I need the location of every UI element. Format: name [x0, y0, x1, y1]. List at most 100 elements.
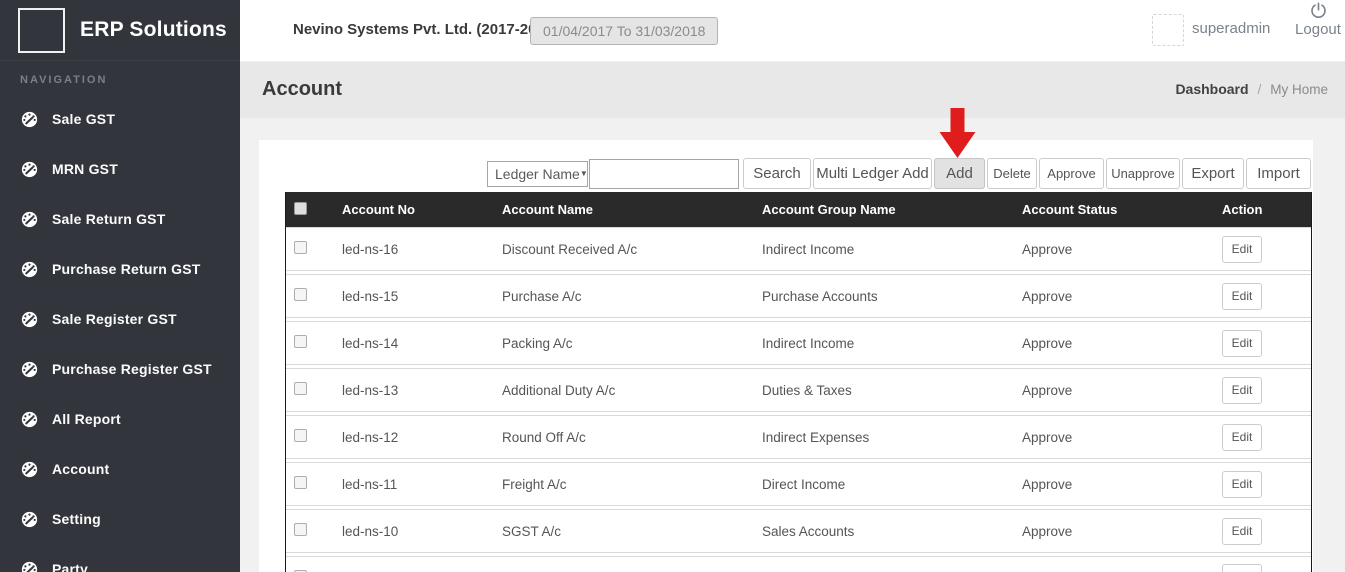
ledger-name-select[interactable]: Ledger Name ▼ [487, 161, 588, 187]
export-button[interactable]: Export [1182, 158, 1244, 189]
cell-account-name: Packing A/c [502, 336, 762, 351]
account-table: Account No Account Name Account Group Na… [285, 192, 1312, 572]
content-area: Ledger Name ▼ Search Multi Ledger Add Ad… [240, 118, 1345, 572]
col-header-account-no: Account No [342, 202, 502, 217]
table-row: led-ns-15 Purchase A/c Purchase Accounts… [286, 274, 1311, 318]
breadcrumb-my-home[interactable]: My Home [1270, 82, 1328, 97]
row-checkbox[interactable] [294, 241, 307, 254]
dashboard-icon [21, 161, 38, 178]
search-button[interactable]: Search [743, 158, 811, 189]
dashboard-icon [21, 361, 38, 378]
approve-button[interactable]: Approve [1039, 158, 1104, 189]
dashboard-icon [21, 111, 38, 128]
table-row: led-ns-10 SGST A/c Sales Accounts Approv… [286, 509, 1311, 553]
cell-group: Indirect Income [762, 242, 1022, 257]
edit-button[interactable]: Edit [1222, 518, 1262, 545]
table-row: led-ns-16 Discount Received A/c Indirect… [286, 227, 1311, 271]
title-band: Account Dashboard / My Home [240, 62, 1345, 118]
cell-status: Approve [1022, 430, 1222, 445]
sidebar-item[interactable]: Sale Return GST [0, 194, 240, 244]
cell-group: Sales Accounts [762, 524, 1022, 539]
row-checkbox[interactable] [294, 523, 307, 536]
sidebar-item[interactable]: All Report [0, 394, 240, 444]
table-row: led-ns-13 Additional Duty A/c Duties & T… [286, 368, 1311, 412]
sidebar-item[interactable]: Purchase Return GST [0, 244, 240, 294]
cell-group: Direct Income [762, 477, 1022, 492]
row-checkbox[interactable] [294, 288, 307, 301]
cell-account-no: led-ns-15 [342, 289, 502, 304]
row-checkbox[interactable] [294, 429, 307, 442]
unapprove-button[interactable]: Unapprove [1106, 158, 1180, 189]
date-range-button[interactable]: 01/04/2017 To 31/03/2018 [530, 17, 718, 45]
sidebar-item-label: Purchase Return GST [52, 261, 201, 277]
import-button[interactable]: Import [1246, 158, 1311, 189]
cell-account-no: led-ns-10 [342, 524, 502, 539]
sidebar-item-label: All Report [52, 411, 121, 427]
sidebar-item[interactable]: MRN GST [0, 144, 240, 194]
edit-button[interactable]: Edit [1222, 236, 1262, 263]
sidebar-item[interactable]: Sale Register GST [0, 294, 240, 344]
avatar[interactable] [1152, 14, 1184, 46]
sidebar-item[interactable]: Setting [0, 494, 240, 544]
delete-button[interactable]: Delete [987, 158, 1037, 189]
logout-button[interactable]: Logout [1289, 1, 1345, 38]
row-checkbox[interactable] [294, 476, 307, 489]
cell-account-name: Discount Received A/c [502, 242, 762, 257]
brand-name: ERP Solutions [80, 18, 227, 42]
breadcrumb: Dashboard / My Home [1175, 81, 1328, 97]
cell-account-name: Freight A/c [502, 477, 762, 492]
table-row-partial [286, 556, 1311, 572]
add-button[interactable]: Add [934, 158, 985, 189]
edit-button[interactable] [1222, 564, 1262, 572]
table-row: led-ns-14 Packing A/c Indirect Income Ap… [286, 321, 1311, 365]
power-icon [1309, 1, 1328, 20]
edit-button[interactable]: Edit [1222, 283, 1262, 310]
sidebar: ERP Solutions NAVIGATION Sale GST [0, 0, 240, 572]
cell-account-no: led-ns-14 [342, 336, 502, 351]
table-row: led-ns-12 Round Off A/c Indirect Expense… [286, 415, 1311, 459]
sidebar-item-label: Party [52, 561, 88, 572]
table-row: led-ns-11 Freight A/c Direct Income Appr… [286, 462, 1311, 506]
cell-status: Approve [1022, 289, 1222, 304]
col-header-account-name: Account Name [502, 202, 762, 217]
col-header-group: Account Group Name [762, 202, 1022, 217]
dashboard-icon [21, 311, 38, 328]
sidebar-item-label: Purchase Register GST [52, 361, 212, 377]
company-name: Nevino Systems Pvt. Ltd. (2017-2018) [293, 21, 558, 38]
brand-link[interactable]: ERP Solutions [0, 0, 240, 61]
username[interactable]: superadmin [1192, 20, 1270, 37]
edit-button[interactable]: Edit [1222, 471, 1262, 498]
cell-account-no: led-ns-12 [342, 430, 502, 445]
sidebar-item-label: Account [52, 461, 109, 477]
sidebar-item-label: Sale Return GST [52, 211, 165, 227]
cell-account-no: led-ns-16 [342, 242, 502, 257]
search-input[interactable] [589, 159, 739, 189]
dashboard-icon [21, 461, 38, 478]
multi-ledger-add-button[interactable]: Multi Ledger Add [813, 158, 932, 189]
cell-account-no: led-ns-13 [342, 383, 502, 398]
sidebar-item-label: Sale GST [52, 111, 115, 127]
cell-status: Approve [1022, 477, 1222, 492]
sidebar-item[interactable]: Account [0, 444, 240, 494]
dashboard-icon [21, 511, 38, 528]
sidebar-item[interactable]: Sale GST [0, 94, 240, 144]
edit-button[interactable]: Edit [1222, 377, 1262, 404]
edit-button[interactable]: Edit [1222, 424, 1262, 451]
sidebar-item-label: Setting [52, 511, 101, 527]
logout-label: Logout [1289, 21, 1345, 38]
dashboard-icon [21, 561, 38, 572]
row-checkbox[interactable] [294, 382, 307, 395]
breadcrumb-separator: / [1257, 81, 1261, 97]
select-all-checkbox[interactable] [294, 202, 307, 215]
sidebar-item[interactable]: Party [0, 544, 240, 572]
sidebar-item[interactable]: Purchase Register GST [0, 344, 240, 394]
ledger-name-select-value: Ledger Name [495, 166, 580, 182]
edit-button[interactable]: Edit [1222, 330, 1262, 357]
cell-account-name: Purchase A/c [502, 289, 762, 304]
cell-account-no: led-ns-11 [342, 477, 502, 492]
account-panel: Ledger Name ▼ Search Multi Ledger Add Ad… [259, 140, 1313, 572]
breadcrumb-dashboard[interactable]: Dashboard [1175, 81, 1248, 97]
col-header-status: Account Status [1022, 202, 1222, 217]
sidebar-item-label: MRN GST [52, 161, 118, 177]
row-checkbox[interactable] [294, 335, 307, 348]
